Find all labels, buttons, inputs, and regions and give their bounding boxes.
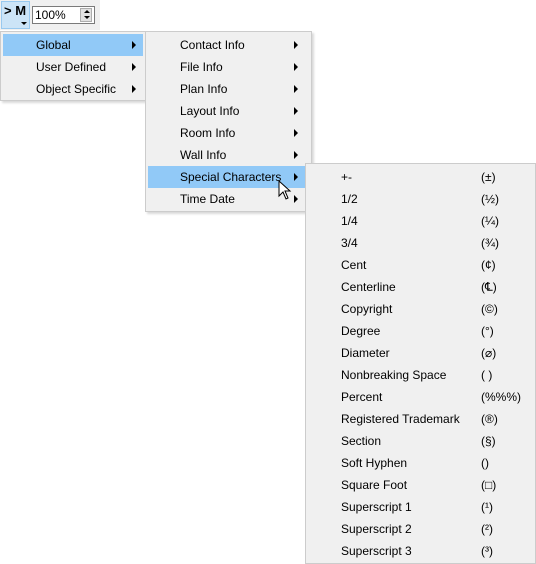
menu-item-label: User Defined (36, 60, 107, 74)
menu-item-label: Room Info (180, 126, 236, 140)
submenu-arrow-icon (294, 85, 298, 93)
menu-item[interactable]: Plan Info (148, 78, 309, 100)
menu-item[interactable]: Cent (¢) (308, 254, 533, 276)
menu-item-label: Cent (341, 258, 367, 272)
submenu-arrow-icon (294, 129, 298, 137)
menu-item-label: Layout Info (180, 104, 240, 118)
menu-item-label: Object Specific (36, 82, 117, 96)
menu-item-symbol: (%%%) (481, 390, 522, 404)
menu-item-symbol: (½) (481, 192, 499, 206)
menu-item-label: Time Date (180, 192, 235, 206)
menu-item-symbol: (□) (481, 478, 497, 492)
submenu-arrow-icon (294, 107, 298, 115)
menu-item-label: Global (36, 38, 71, 52)
menu-item[interactable]: User Defined (3, 56, 143, 78)
menu-item-label: Diameter (341, 346, 390, 360)
submenu-arrow-icon (294, 63, 298, 71)
menu-item[interactable]: Soft Hyphen () (308, 452, 533, 474)
menu-item[interactable]: 1/4 (¼) (308, 210, 533, 232)
menu-item-symbol: (¹) (481, 500, 493, 514)
menu-item-label: Copyright (341, 302, 393, 316)
menu-item-label: +- (341, 170, 353, 184)
menu-item-label: 1/2 (341, 192, 358, 206)
zoom-value: 100% (35, 8, 66, 22)
submenu-arrow-icon (132, 63, 136, 71)
menu-item-label: Plan Info (180, 82, 228, 96)
menu-item[interactable]: Superscript 2 (²) (308, 518, 533, 540)
menu-item-label: Soft Hyphen (341, 456, 408, 470)
menu-item[interactable]: Wall Info (148, 144, 309, 166)
menu-item-symbol: (©) (481, 302, 498, 316)
submenu-arrow-icon (294, 151, 298, 159)
menu-item-symbol: (¢) (481, 258, 496, 272)
menu-item-symbol: (⌀) (481, 346, 497, 360)
menu-item-symbol: (§) (481, 434, 496, 448)
menu-item[interactable]: Layout Info (148, 100, 309, 122)
menu-item[interactable]: Square Foot (□) (308, 474, 533, 496)
menu-item[interactable]: Diameter (⌀) (308, 342, 533, 364)
submenu-arrow-icon (132, 85, 136, 93)
menu-item[interactable]: Superscript 1 (¹) (308, 496, 533, 518)
submenu-arrow-icon (132, 41, 136, 49)
menu-item-symbol: (°) (481, 324, 494, 338)
submenu-arrow-icon (294, 41, 298, 49)
menu-item[interactable]: Centerline (℄) (308, 276, 533, 298)
menu-item-label: Section (341, 434, 382, 448)
menu-item-label: Special Characters (180, 170, 282, 184)
menu-item-label: Nonbreaking Space (341, 368, 447, 382)
menu-item-label: 3/4 (341, 236, 358, 250)
menu-item[interactable]: Registered Trademark (®) (308, 408, 533, 430)
menu-item-label: Superscript 3 (341, 544, 412, 558)
menu-item-label: Contact Info (180, 38, 245, 52)
submenu-arrow-icon (294, 195, 298, 203)
macro-menu-button[interactable]: > M (1, 1, 30, 29)
submenu-arrow-icon (294, 173, 298, 181)
menu-item-label: Degree (341, 324, 381, 338)
menu-item-symbol: (±) (481, 170, 496, 184)
menu-item-label: File Info (180, 60, 223, 74)
macro-button-label: > M (4, 3, 27, 18)
menu-item-symbol: (¼) (481, 214, 499, 228)
menu-item-symbol: (³) (481, 544, 493, 558)
menu-item[interactable]: Contact Info (148, 34, 309, 56)
menu-item[interactable]: Superscript 3 (³) (308, 540, 533, 562)
menu-item-label: Superscript 1 (341, 500, 412, 514)
menu-item[interactable]: Percent (%%%) (308, 386, 533, 408)
zoom-input[interactable]: 100% (32, 6, 95, 24)
menu-item[interactable]: Degree (°) (308, 320, 533, 342)
menu-item[interactable]: Room Info (148, 122, 309, 144)
menu-item-label: 1/4 (341, 214, 358, 228)
menu-item[interactable]: Copyright (©) (308, 298, 533, 320)
macro-category-menu: Global User Defined Object Specific (0, 31, 146, 101)
menu-item[interactable]: +- (±) (308, 166, 533, 188)
menu-item[interactable]: Nonbreaking Space ( ) (308, 364, 533, 386)
menu-item-label: Superscript 2 (341, 522, 412, 536)
mouse-cursor-icon (278, 180, 292, 200)
menu-item[interactable]: Global (3, 34, 143, 56)
menu-item[interactable]: Object Specific (3, 78, 143, 100)
special-characters-submenu: +- (±) 1/2 (½) 1/4 (¼) 3/4 (¾) Cent (¢) Centerline… (305, 163, 536, 564)
menu-item-label: Percent (341, 390, 383, 404)
toolbar: > M 100% (0, 0, 100, 30)
spin-up-icon[interactable] (84, 10, 90, 13)
spin-down-icon[interactable] (84, 16, 90, 19)
menu-item[interactable]: File Info (148, 56, 309, 78)
menu-item-symbol: ( ) (481, 368, 493, 382)
menu-item-symbol: () (481, 456, 489, 470)
menu-item[interactable]: 3/4 (¾) (308, 232, 533, 254)
menu-item-symbol: (¾) (481, 236, 499, 250)
menu-item-label: Square Foot (341, 478, 408, 492)
menu-item-label: Wall Info (180, 148, 227, 162)
menu-item-symbol: (℄) (481, 280, 497, 294)
menu-item-symbol: (²) (481, 522, 493, 536)
menu-item-label: Registered Trademark (341, 412, 460, 426)
menu-item[interactable]: 1/2 (½) (308, 188, 533, 210)
menu-item-symbol: (®) (481, 412, 498, 426)
menu-item-label: Centerline (341, 280, 396, 294)
dropdown-arrow-icon (21, 22, 27, 25)
zoom-spinner[interactable] (80, 8, 92, 22)
menu-item[interactable]: Section (§) (308, 430, 533, 452)
